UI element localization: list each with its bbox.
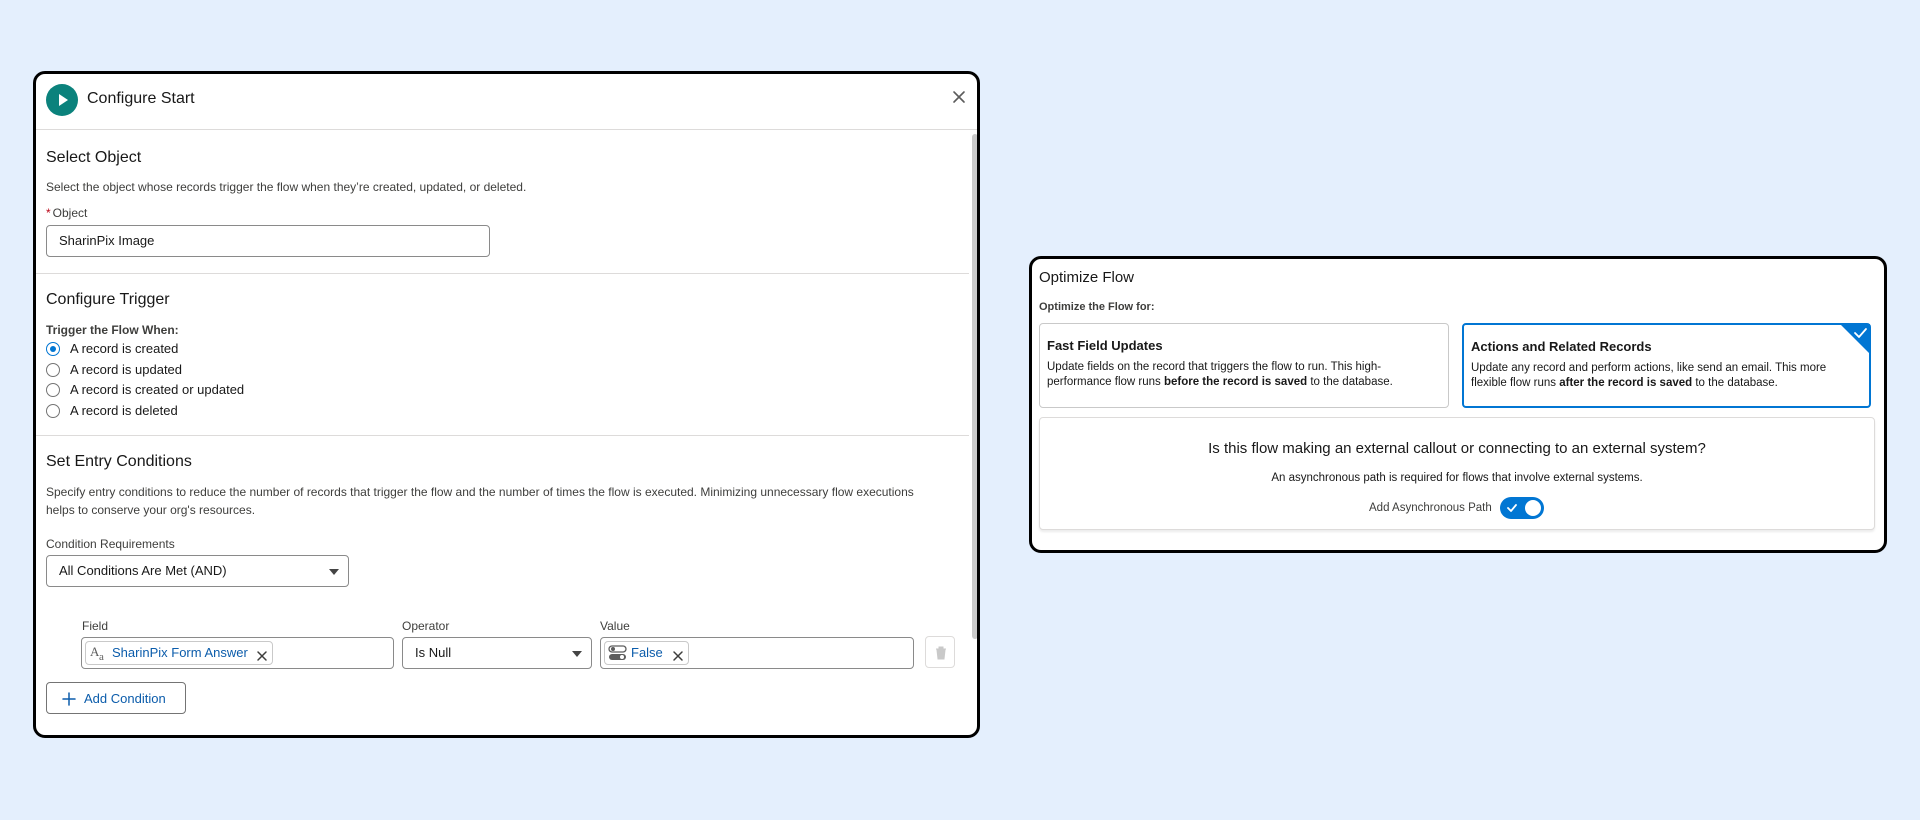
async-question: Is this flow making an external callout … [1208,440,1706,457]
object-label-text: Object [52,206,88,220]
check-icon [1507,504,1517,512]
add-condition-button[interactable]: Add Condition [46,682,186,714]
field-input[interactable]: Aa SharinPix Form Answer [81,637,394,669]
play-icon [46,84,78,116]
scrollbar[interactable] [972,134,977,639]
section-divider [36,435,969,436]
chevron-down-icon [572,651,582,657]
trigger-when-label: Trigger the Flow When: [46,323,179,337]
option-title: Actions and Related Records [1471,339,1652,354]
chevron-down-icon [329,569,339,575]
optimize-flow-subtitle: Optimize the Flow for: [1039,301,1155,313]
check-icon [1854,328,1867,338]
select-object-help: Select the object whose records trigger … [46,180,527,194]
trash-icon [936,646,946,660]
value-column-label: Value [600,619,630,633]
option-description: Update any record and perform actions, l… [1471,362,1827,389]
async-path-card: Is this flow making an external callout … [1039,417,1875,530]
optimize-flow-panel: Optimize Flow Optimize the Flow for: Fas… [1029,256,1887,553]
field-pill: Aa SharinPix Form Answer [85,641,273,665]
remove-value-icon[interactable] [672,647,684,661]
configure-trigger-heading: Configure Trigger [46,291,170,308]
async-toggle-label: Add Asynchronous Path [1369,502,1492,514]
value-value: False [631,645,663,660]
entry-conditions-heading: Set Entry Conditions [46,453,192,470]
value-input[interactable]: False [600,637,914,669]
radio-label: A record is created or updated [70,382,245,397]
add-condition-label: Add Condition [84,691,166,706]
radio-button[interactable] [46,342,60,356]
operator-value: Is Null [415,645,452,660]
radio-label: A record is deleted [70,403,178,418]
async-note: An asynchronous path is required for flo… [1271,472,1643,484]
optimize-flow-title: Optimize Flow [1039,269,1135,286]
object-field-label: * Object [46,206,87,220]
radio-button[interactable] [46,363,60,377]
option-title: Fast Field Updates [1047,338,1163,353]
async-toggle[interactable] [1500,497,1544,519]
condition-requirements-label: Condition Requirements [46,537,175,551]
radio-button[interactable] [46,383,60,397]
option-actions-related-records[interactable]: Actions and Related Records Update any r… [1462,323,1871,408]
dialog-header: Configure Start [36,74,977,130]
configure-start-dialog: Configure Start Select Object Select the… [33,71,980,738]
remove-field-icon[interactable] [256,647,268,661]
operator-select[interactable]: Is Null [402,637,592,669]
select-object-heading: Select Object [46,149,142,166]
radio-label: A record is updated [70,362,183,377]
text-field-icon: Aa [89,644,109,663]
condition-requirements-value: All Conditions Are Met (AND) [59,563,227,578]
dialog-title: Configure Start [87,90,195,107]
radio-label: A record is created [70,341,179,356]
entry-conditions-help: Specify entry conditions to reduce the n… [46,485,914,517]
boolean-toggle-icon [608,644,628,662]
radio-button[interactable] [46,404,60,418]
option-fast-field-updates[interactable]: Fast Field Updates Update fields on the … [1039,323,1449,408]
close-icon[interactable] [949,87,969,107]
toggle-knob [1525,500,1541,516]
operator-column-label: Operator [402,619,450,633]
object-input[interactable]: SharinPix Image [46,225,490,257]
plus-icon [62,692,76,706]
svg-text:a: a [99,651,104,662]
condition-requirements-select[interactable]: All Conditions Are Met (AND) [46,555,349,587]
delete-condition-button[interactable] [925,636,955,668]
value-pill: False [604,641,689,665]
required-marker: * [46,206,51,220]
section-divider [36,273,969,274]
field-value: SharinPix Form Answer [112,645,248,660]
option-description: Update fields on the record that trigger… [1047,361,1393,388]
field-column-label: Field [82,619,109,633]
